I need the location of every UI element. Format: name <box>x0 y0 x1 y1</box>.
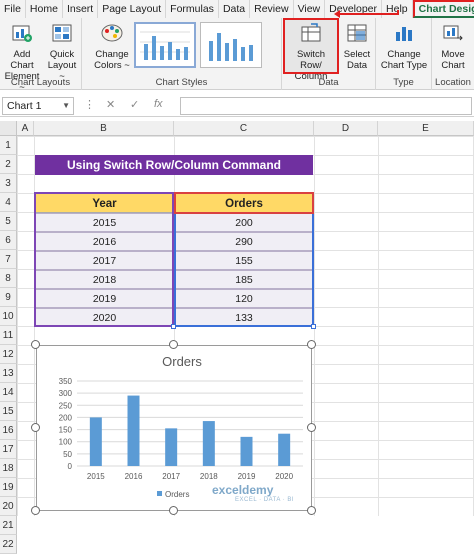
range-resize-handle[interactable] <box>311 324 316 329</box>
row-header[interactable]: 16 <box>0 421 17 440</box>
y-tick-label: 300 <box>59 389 73 398</box>
x-tick-label: 2015 <box>87 472 105 481</box>
chart-resize-handle[interactable] <box>307 423 316 432</box>
row-header[interactable]: 17 <box>0 440 17 459</box>
row-header[interactable]: 4 <box>0 193 17 212</box>
chart-title: Orders <box>162 354 202 369</box>
row-header[interactable]: 15 <box>0 402 17 421</box>
row-header[interactable]: 12 <box>0 345 17 364</box>
row-header[interactable]: 7 <box>0 250 17 269</box>
row-header[interactable]: 1 <box>0 136 17 155</box>
row-header[interactable]: 10 <box>0 307 17 326</box>
column-header-d[interactable]: D <box>314 121 378 136</box>
row-header[interactable]: 8 <box>0 269 17 288</box>
grid-vline <box>378 136 379 516</box>
insert-function-button[interactable]: fx <box>154 98 163 110</box>
y-tick-label: 250 <box>59 401 73 410</box>
selection-range-series-name <box>174 192 314 214</box>
cancel-formula-icon[interactable]: ✕ <box>106 98 115 111</box>
chart-resize-handle[interactable] <box>307 340 316 349</box>
row-header[interactable]: 14 <box>0 383 17 402</box>
chevron-down-icon: ▼ <box>62 101 70 110</box>
y-tick-label: 200 <box>59 413 73 422</box>
formula-input[interactable] <box>180 97 472 115</box>
column-header-a[interactable]: A <box>17 121 34 136</box>
row-header[interactable]: 3 <box>0 174 17 193</box>
formula-bar-dots-icon: ⋮ <box>84 99 95 111</box>
row-header[interactable]: 22 <box>0 535 17 554</box>
row-header[interactable]: 5 <box>0 212 17 231</box>
x-tick-label: 2019 <box>238 472 256 481</box>
formula-bar: Chart 1 ▼ ⋮ ✕ ✓ fx <box>0 95 474 117</box>
column-header-e[interactable]: E <box>378 121 474 136</box>
chart-resize-handle[interactable] <box>31 340 40 349</box>
row-header[interactable]: 2 <box>0 155 17 174</box>
x-tick-label: 2017 <box>162 472 180 481</box>
bar <box>89 417 102 466</box>
row-header[interactable]: 20 <box>0 497 17 516</box>
chart-resize-handle[interactable] <box>169 506 178 515</box>
name-box-value: Chart 1 <box>7 100 42 112</box>
title-banner: Using Switch Row/Column Command <box>35 155 313 175</box>
x-tick-label: 2016 <box>125 472 143 481</box>
watermark-tagline: EXCEL · DATA · BI <box>235 497 295 503</box>
bar <box>202 421 215 466</box>
row-header[interactable]: 19 <box>0 478 17 497</box>
chart-resize-handle[interactable] <box>31 423 40 432</box>
legend-swatch <box>157 491 162 496</box>
row-header[interactable]: 9 <box>0 288 17 307</box>
bar <box>240 436 253 466</box>
column-header-c[interactable]: C <box>174 121 314 136</box>
chart-resize-handle[interactable] <box>31 506 40 515</box>
y-tick-label: 150 <box>59 426 73 435</box>
x-tick-label: 2020 <box>275 472 293 481</box>
legend-label: Orders <box>165 490 189 499</box>
row-header[interactable]: 6 <box>0 231 17 250</box>
y-tick-label: 0 <box>68 462 73 471</box>
y-tick-label: 100 <box>59 438 73 447</box>
row-header[interactable]: 21 <box>0 516 17 535</box>
row-header[interactable]: 18 <box>0 459 17 478</box>
range-resize-handle[interactable] <box>171 324 176 329</box>
row-header[interactable]: 13 <box>0 364 17 383</box>
row-header[interactable]: 11 <box>0 326 17 345</box>
confirm-formula-icon[interactable]: ✓ <box>130 98 139 111</box>
y-tick-label: 350 <box>59 377 73 386</box>
name-box[interactable]: Chart 1 ▼ <box>2 97 74 115</box>
bar <box>127 395 140 466</box>
column-header-b[interactable]: B <box>34 121 174 136</box>
bar <box>165 428 178 466</box>
x-tick-label: 2018 <box>200 472 218 481</box>
bar <box>278 433 291 466</box>
chart-resize-handle[interactable] <box>169 340 178 349</box>
watermark-logo: exceldemy <box>212 483 274 497</box>
select-all-corner[interactable] <box>0 121 17 136</box>
bar-chart[interactable]: Orders 0 50 100 150 200 250 300 350 2015 2016 2017 2… <box>36 345 312 511</box>
chart-resize-handle[interactable] <box>307 506 316 515</box>
y-tick-label: 50 <box>63 450 72 459</box>
selection-range-year <box>34 192 174 327</box>
